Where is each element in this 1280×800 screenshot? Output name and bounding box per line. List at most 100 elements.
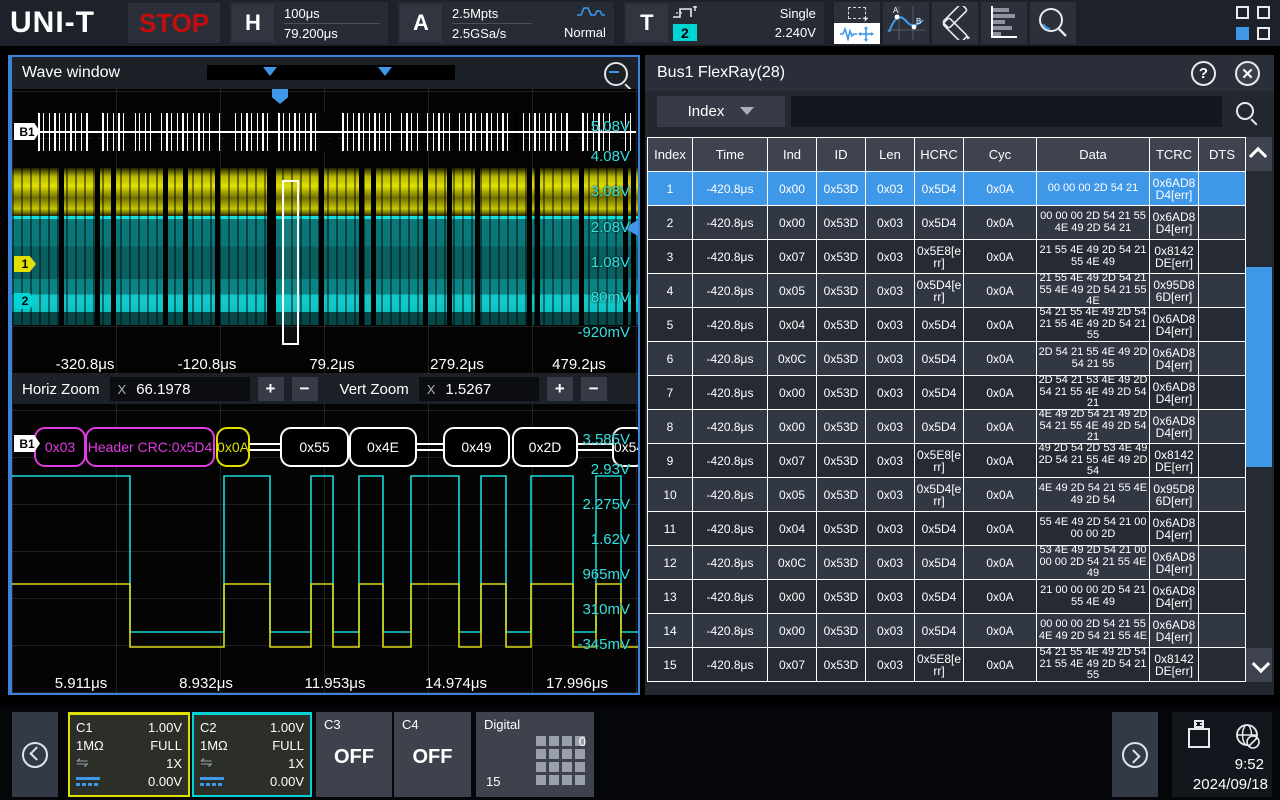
cell-data: 00 00 00 2D 54 21 bbox=[1037, 172, 1149, 205]
column-header-index[interactable]: Index bbox=[648, 138, 692, 171]
system-time: 9:52 bbox=[1235, 756, 1264, 773]
digital-name: Digital bbox=[484, 717, 586, 732]
table-row[interactable]: 8-420.8μs0x000x53D0x030x5D40x0A4E 49 2D … bbox=[648, 410, 1245, 443]
cell-id: 0x53D bbox=[817, 240, 865, 273]
cell-time: -420.8μs bbox=[693, 172, 767, 205]
table-row[interactable]: 13-420.8μs0x000x53D0x030x5D40x0A21 00 00… bbox=[648, 580, 1245, 613]
close-button[interactable]: ✕ bbox=[1235, 61, 1260, 86]
vert-zoom-value-box[interactable]: X 1.5267 bbox=[419, 377, 539, 401]
channel-1-card[interactable]: C11.00V 1MΩFULL ⇋1X 0.00V bbox=[68, 712, 190, 797]
cell-index: 7 bbox=[648, 376, 692, 409]
cell-dts bbox=[1199, 648, 1245, 681]
table-row[interactable]: 4-420.8μs0x050x53D0x030x5D4[err]0x0A21 5… bbox=[648, 274, 1245, 307]
cell-time: -420.8μs bbox=[693, 478, 767, 511]
search-input[interactable] bbox=[791, 96, 1222, 127]
bus-table-header: IndexTimeIndIDLenHCRCCycDataTCRCDTS bbox=[648, 138, 1245, 171]
histogram-button[interactable] bbox=[981, 2, 1027, 44]
cell-index: 15 bbox=[648, 648, 692, 681]
table-row[interactable]: 1-420.8μs0x000x53D0x030x5D40x0A00 00 00 … bbox=[648, 172, 1245, 205]
column-header-time[interactable]: Time bbox=[693, 138, 767, 171]
window-layout-button[interactable] bbox=[1236, 6, 1270, 40]
wave-position-bar[interactable] bbox=[207, 65, 455, 80]
trigger-position-marker[interactable] bbox=[272, 89, 288, 104]
table-row[interactable]: 3-420.8μs0x070x53D0x030x5E8[err]0x0A21 5… bbox=[648, 240, 1245, 273]
cell-id: 0x53D bbox=[817, 648, 865, 681]
cell-hcrc: 0x5D4 bbox=[915, 172, 963, 205]
search-zoom-button[interactable] bbox=[1030, 2, 1076, 44]
scrollbar-thumb[interactable] bbox=[1246, 267, 1272, 467]
histogram-icon bbox=[987, 6, 1021, 40]
cell-time: -420.8μs bbox=[693, 410, 767, 443]
cell-ind: 0x04 bbox=[768, 308, 816, 341]
network-icon[interactable] bbox=[1234, 722, 1262, 750]
column-header-dts[interactable]: DTS bbox=[1199, 138, 1245, 171]
scroll-down-button[interactable] bbox=[1246, 648, 1272, 682]
help-button[interactable]: ? bbox=[1191, 61, 1216, 86]
column-header-data[interactable]: Data bbox=[1037, 138, 1149, 171]
zoom-region-indicator[interactable] bbox=[282, 180, 299, 345]
wave-move-icon bbox=[834, 23, 880, 44]
channel-4-card[interactable]: C4 OFF bbox=[394, 712, 471, 797]
horiz-zoom-out-button[interactable]: − bbox=[292, 377, 318, 401]
time-axis-label: 11.953μs bbox=[305, 675, 366, 692]
table-row[interactable]: 2-420.8μs0x000x53D0x030x5D40x0A00 00 00 … bbox=[648, 206, 1245, 239]
column-header-hcrc[interactable]: HCRC bbox=[915, 138, 963, 171]
column-header-cyc[interactable]: Cyc bbox=[964, 138, 1036, 171]
scroll-up-button[interactable] bbox=[1246, 137, 1272, 171]
top-toolbar: UNI-T STOP H 100μs 79.200μs A 2.5Mpts 2.… bbox=[0, 0, 1280, 46]
cell-cyc: 0x0A bbox=[964, 308, 1036, 341]
cell-id: 0x53D bbox=[817, 206, 865, 239]
usb-device-icon[interactable] bbox=[1188, 720, 1210, 750]
horizontal-section[interactable]: H 100μs 79.200μs bbox=[230, 2, 388, 44]
acquire-section[interactable]: A 2.5Mpts 2.5GSa/s Normal bbox=[398, 2, 614, 44]
marker-triangle-icon[interactable] bbox=[263, 67, 277, 76]
cursor-drag-mode-button[interactable] bbox=[834, 2, 880, 44]
search-button[interactable] bbox=[1228, 96, 1262, 127]
column-header-id[interactable]: ID bbox=[817, 138, 865, 171]
table-row[interactable]: 9-420.8μs0x070x53D0x030x5E8[err]0x0A49 2… bbox=[648, 444, 1245, 477]
cursor-measure-button[interactable]: A B bbox=[883, 2, 929, 44]
cell-dts bbox=[1199, 206, 1245, 239]
filter-column-dropdown[interactable]: Index bbox=[657, 96, 785, 127]
cell-len: 0x03 bbox=[866, 512, 914, 545]
main-waveform-plot[interactable]: B1 1 2 5.08V4.08V3.08V2.08V1.08V80mV-920… bbox=[12, 89, 638, 374]
table-row[interactable]: 14-420.8μs0x000x53D0x030x5D40x0A00 00 00… bbox=[648, 614, 1245, 647]
horiz-zoom-in-button[interactable]: + bbox=[258, 377, 284, 401]
column-header-len[interactable]: Len bbox=[866, 138, 914, 171]
zoom-out-icon[interactable] bbox=[604, 62, 628, 86]
horiz-zoom-value-box[interactable]: X 66.1978 bbox=[110, 377, 250, 401]
cell-time: -420.8μs bbox=[693, 206, 767, 239]
column-header-tcrc[interactable]: TCRC bbox=[1150, 138, 1198, 171]
trigger-section[interactable]: T 2 Single 2.240V bbox=[624, 2, 824, 44]
bus-b1-tag[interactable]: B1 bbox=[14, 123, 40, 140]
channel-3-card[interactable]: C3 OFF bbox=[316, 712, 392, 797]
table-row[interactable]: 15-420.8μs0x070x53D0x030x5E8[err]0x0A54 … bbox=[648, 648, 1245, 681]
zoom-waveform-plot[interactable]: 0x03Header CRC:0x5D40x0A0x550x4E0x490x2D… bbox=[12, 404, 638, 693]
channels-scroll-left-button[interactable] bbox=[12, 712, 58, 797]
channel-2-card[interactable]: C21.00V 1MΩFULL ⇋1X 0.00V bbox=[192, 712, 312, 797]
marker-triangle-icon[interactable] bbox=[378, 67, 392, 76]
vert-zoom-out-button[interactable]: − bbox=[581, 377, 607, 401]
cell-len: 0x03 bbox=[866, 478, 914, 511]
cell-time: -420.8μs bbox=[693, 308, 767, 341]
cell-id: 0x53D bbox=[817, 274, 865, 307]
table-row[interactable]: 6-420.8μs0x0C0x53D0x030x5D40x0A2D 54 21 … bbox=[648, 342, 1245, 375]
ch2-offset: 0.00V bbox=[270, 774, 304, 789]
table-row[interactable]: 10-420.8μs0x050x53D0x030x5D4[err]0x0A4E … bbox=[648, 478, 1245, 511]
channels-scroll-right-button[interactable] bbox=[1112, 712, 1158, 797]
table-row[interactable]: 12-420.8μs0x0C0x53D0x030x5D40x0A53 4E 49… bbox=[648, 546, 1245, 579]
column-header-ind[interactable]: Ind bbox=[768, 138, 816, 171]
cell-id: 0x53D bbox=[817, 512, 865, 545]
table-row[interactable]: 7-420.8μs0x000x53D0x030x5D40x0A2D 54 21 … bbox=[648, 376, 1245, 409]
cell-id: 0x53D bbox=[817, 614, 865, 647]
vert-zoom-value: 1.5267 bbox=[445, 381, 491, 398]
run-stop-button[interactable]: STOP bbox=[128, 3, 220, 43]
decode-field: 0x2D bbox=[512, 427, 578, 467]
table-scrollbar[interactable] bbox=[1246, 137, 1272, 682]
cell-dts bbox=[1199, 478, 1245, 511]
table-row[interactable]: 11-420.8μs0x040x53D0x030x5D40x0A55 4E 49… bbox=[648, 512, 1245, 545]
digital-channels-card[interactable]: Digital 0 15 bbox=[476, 712, 594, 797]
vert-zoom-in-button[interactable]: + bbox=[547, 377, 573, 401]
table-row[interactable]: 5-420.8μs0x040x53D0x030x5D40x0A54 21 55 … bbox=[648, 308, 1245, 341]
measure-tools-button[interactable] bbox=[932, 2, 978, 44]
